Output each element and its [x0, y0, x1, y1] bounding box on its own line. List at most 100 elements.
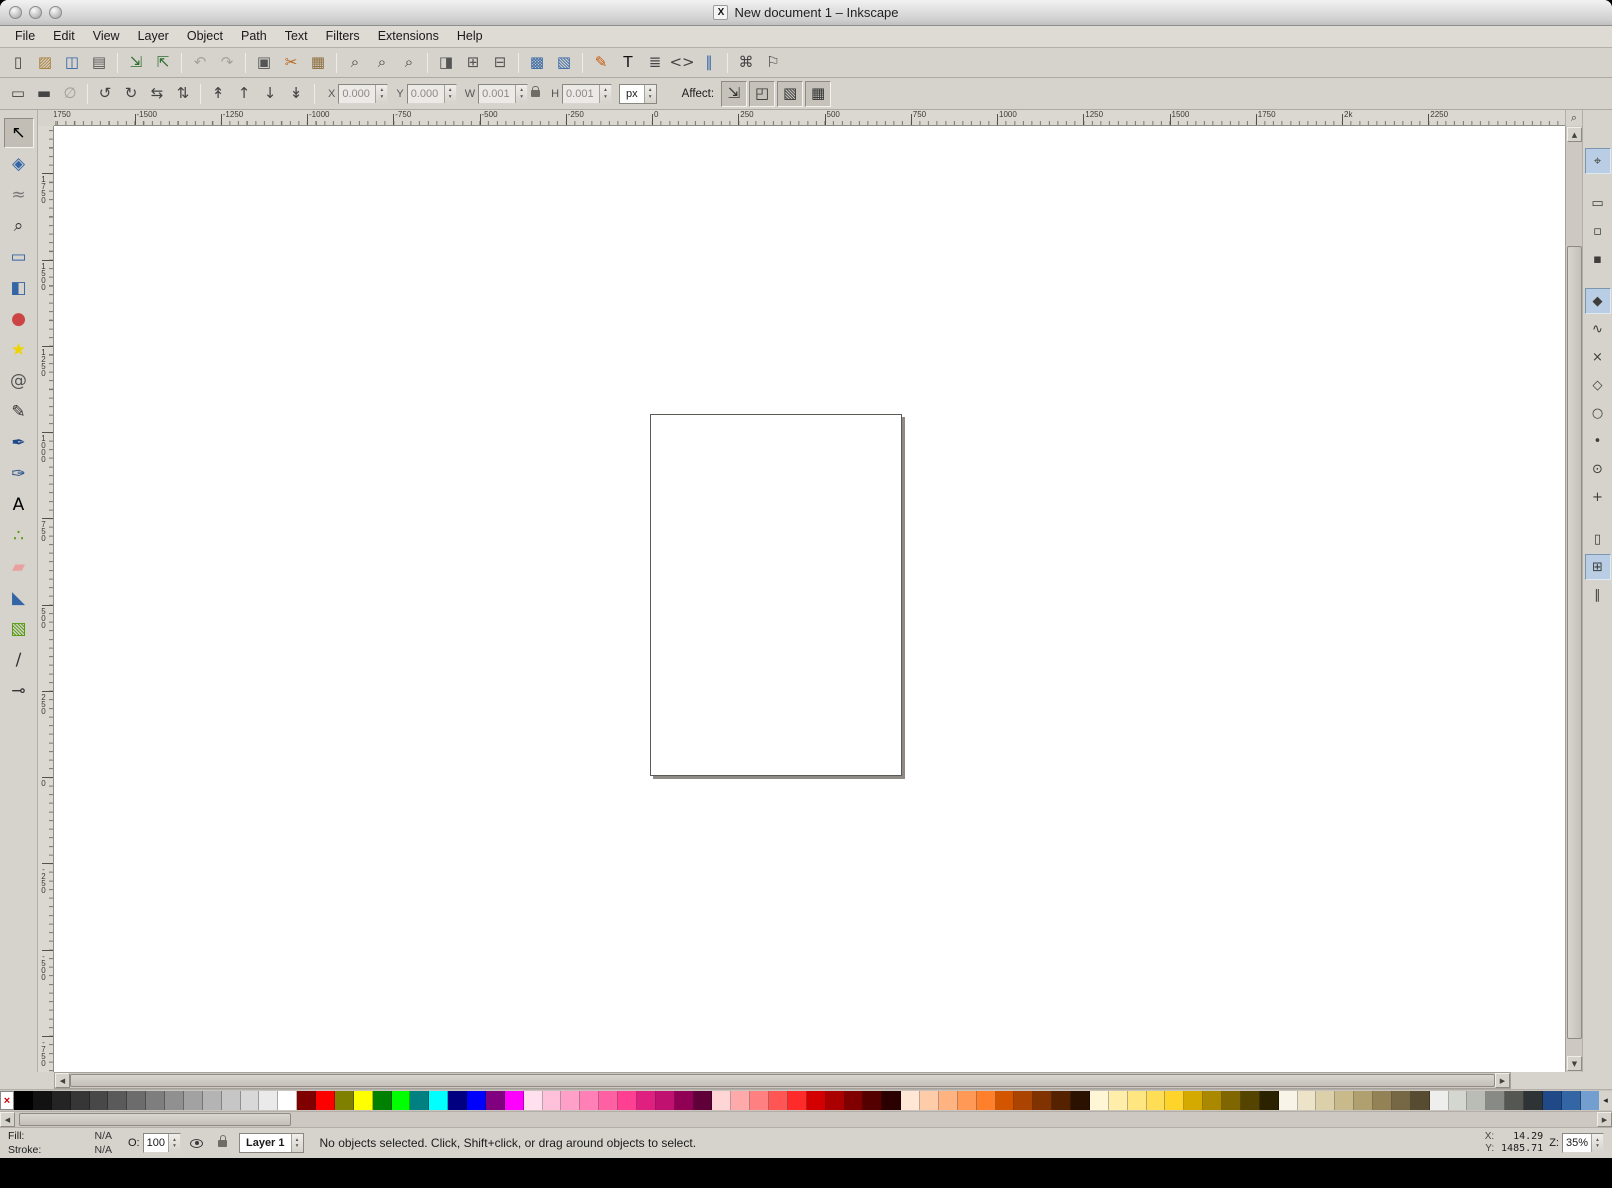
palette-swatch[interactable]: [486, 1091, 505, 1110]
palette-swatch[interactable]: [90, 1091, 109, 1110]
minimize-button[interactable]: [29, 6, 42, 19]
create-clone-button[interactable]: ⊞: [460, 50, 486, 76]
palette-swatch[interactable]: [316, 1091, 335, 1110]
snap-grid-button[interactable]: ⊞: [1585, 554, 1611, 580]
raise-button[interactable]: ↑: [231, 81, 257, 107]
ungroup-objects-button[interactable]: ▧: [551, 50, 577, 76]
palette-swatch[interactable]: [731, 1091, 750, 1110]
snap-cusp-nodes-button[interactable]: ◇: [1585, 372, 1611, 398]
horizontal-scrollbar[interactable]: ◀ ▶: [54, 1072, 1511, 1089]
palette-swatch[interactable]: [920, 1091, 939, 1110]
palette-swatch[interactable]: [543, 1091, 562, 1110]
unlink-clone-button[interactable]: ⊟: [487, 50, 513, 76]
select-all-layers-button[interactable]: ▬: [31, 81, 57, 107]
palette-swatch[interactable]: [203, 1091, 222, 1110]
palette-swatch[interactable]: [882, 1091, 901, 1110]
new-document-button[interactable]: ▯: [5, 50, 31, 76]
palette-swatch[interactable]: [1090, 1091, 1109, 1110]
unit-stepper[interactable]: ▴▾: [644, 85, 656, 103]
palette-swatch[interactable]: [410, 1091, 429, 1110]
xml-editor-button[interactable]: <>: [669, 50, 695, 76]
snap-bbox-corners-button[interactable]: ▪: [1585, 246, 1611, 272]
palette-swatch[interactable]: [1109, 1091, 1128, 1110]
fill-value[interactable]: N/A: [94, 1130, 112, 1142]
opacity-field[interactable]: 100 ▴▾: [143, 1133, 181, 1153]
palette-swatch[interactable]: [1316, 1091, 1335, 1110]
close-button[interactable]: [9, 6, 22, 19]
zoom-to-page-button[interactable]: ⌕: [396, 50, 422, 76]
rectangle-tool-button[interactable]: ▭: [4, 242, 34, 272]
pencil-tool-button[interactable]: ✎: [4, 397, 34, 427]
palette-swatch[interactable]: [1335, 1091, 1354, 1110]
palette-swatch[interactable]: [1014, 1091, 1033, 1110]
palette-swatch[interactable]: [184, 1091, 203, 1110]
palette-swatch[interactable]: [939, 1091, 958, 1110]
calligraphy-tool-button[interactable]: ✑: [4, 459, 34, 489]
palette-swatch[interactable]: [354, 1091, 373, 1110]
scale-corners-toggle-button[interactable]: ◰: [749, 81, 775, 107]
palette-swatch[interactable]: [1128, 1091, 1147, 1110]
lock-width-height-icon[interactable]: [531, 90, 540, 97]
palette-swatch[interactable]: [845, 1091, 864, 1110]
h-field[interactable]: 0.001▴▾: [562, 84, 612, 104]
scroll-left-button[interactable]: ◀: [55, 1073, 70, 1088]
ellipse-tool-button[interactable]: ●: [4, 304, 34, 334]
document-properties-button[interactable]: ⚐: [760, 50, 786, 76]
palette-swatch[interactable]: [392, 1091, 411, 1110]
snap-paths-button[interactable]: ∿: [1585, 316, 1611, 342]
palette-scroll-left-button[interactable]: ◀: [0, 1112, 15, 1127]
layer-lock-toggle[interactable]: [213, 1133, 233, 1153]
unit-selector[interactable]: px ▴▾: [619, 84, 657, 104]
w-field[interactable]: 0.001▴▾: [478, 84, 528, 104]
palette-swatch[interactable]: [637, 1091, 656, 1110]
text-tool-button[interactable]: A: [4, 490, 34, 520]
node-editor-tool-button[interactable]: ◈: [4, 149, 34, 179]
palette-swatch[interactable]: [863, 1091, 882, 1110]
menu-file[interactable]: File: [6, 26, 44, 47]
opacity-stepper[interactable]: ▴▾: [168, 1134, 180, 1152]
zoom-to-selection-button[interactable]: ⌕: [342, 50, 368, 76]
eraser-tool-button[interactable]: ▰: [4, 552, 34, 582]
menu-text[interactable]: Text: [276, 26, 317, 47]
palette-swatch[interactable]: [33, 1091, 52, 1110]
horizontal-ruler[interactable]: -1750-1500-1250-1000-750-500-25002505007…: [54, 110, 1565, 126]
palette-swatch[interactable]: [656, 1091, 675, 1110]
group-objects-button[interactable]: ▩: [524, 50, 550, 76]
palette-swatch[interactable]: [241, 1091, 260, 1110]
x-field[interactable]: 0.000▴▾: [338, 84, 388, 104]
palette-swatch[interactable]: [467, 1091, 486, 1110]
palette-swatch[interactable]: [1505, 1091, 1524, 1110]
zoom-to-drawing-button[interactable]: ⌕: [369, 50, 395, 76]
palette-swatch[interactable]: [750, 1091, 769, 1110]
snap-nodes-button[interactable]: ◆: [1585, 288, 1611, 314]
stroke-value[interactable]: N/A: [94, 1144, 112, 1156]
menu-object[interactable]: Object: [178, 26, 232, 47]
palette-scroll-right-button[interactable]: ▶: [1597, 1112, 1612, 1127]
palette-swatch[interactable]: [1524, 1091, 1543, 1110]
palette-swatch[interactable]: [1260, 1091, 1279, 1110]
box-3d-tool-button[interactable]: ◧: [4, 273, 34, 303]
flip-vertical-button[interactable]: ⇅: [170, 81, 196, 107]
snap-page-border-button[interactable]: ▯: [1585, 526, 1611, 552]
no-color-swatch[interactable]: ×: [0, 1091, 14, 1110]
menu-filters[interactable]: Filters: [317, 26, 369, 47]
palette-swatch[interactable]: [1486, 1091, 1505, 1110]
palette-swatch[interactable]: [1052, 1091, 1071, 1110]
move-patterns-toggle-button[interactable]: ▦: [805, 81, 831, 107]
palette-swatch[interactable]: [1392, 1091, 1411, 1110]
menu-help[interactable]: Help: [448, 26, 492, 47]
zoom-tool-button[interactable]: ⌕: [4, 211, 34, 241]
align-dialog-button[interactable]: ∥: [696, 50, 722, 76]
palette-swatch[interactable]: [1543, 1091, 1562, 1110]
y-field[interactable]: 0.000▴▾: [407, 84, 457, 104]
palette-swatch[interactable]: [694, 1091, 713, 1110]
bucket-tool-button[interactable]: ◣: [4, 583, 34, 613]
paste-button[interactable]: ▦: [305, 50, 331, 76]
layer-stepper[interactable]: ▴▾: [291, 1134, 303, 1152]
palette-swatch[interactable]: [1298, 1091, 1317, 1110]
layer-selector[interactable]: Layer 1 ▴▾: [239, 1133, 304, 1153]
palette-swatch[interactable]: [297, 1091, 316, 1110]
palette-swatch[interactable]: [977, 1091, 996, 1110]
palette-swatch[interactable]: [127, 1091, 146, 1110]
scale-stroke-toggle-button[interactable]: ⇲: [721, 81, 747, 107]
